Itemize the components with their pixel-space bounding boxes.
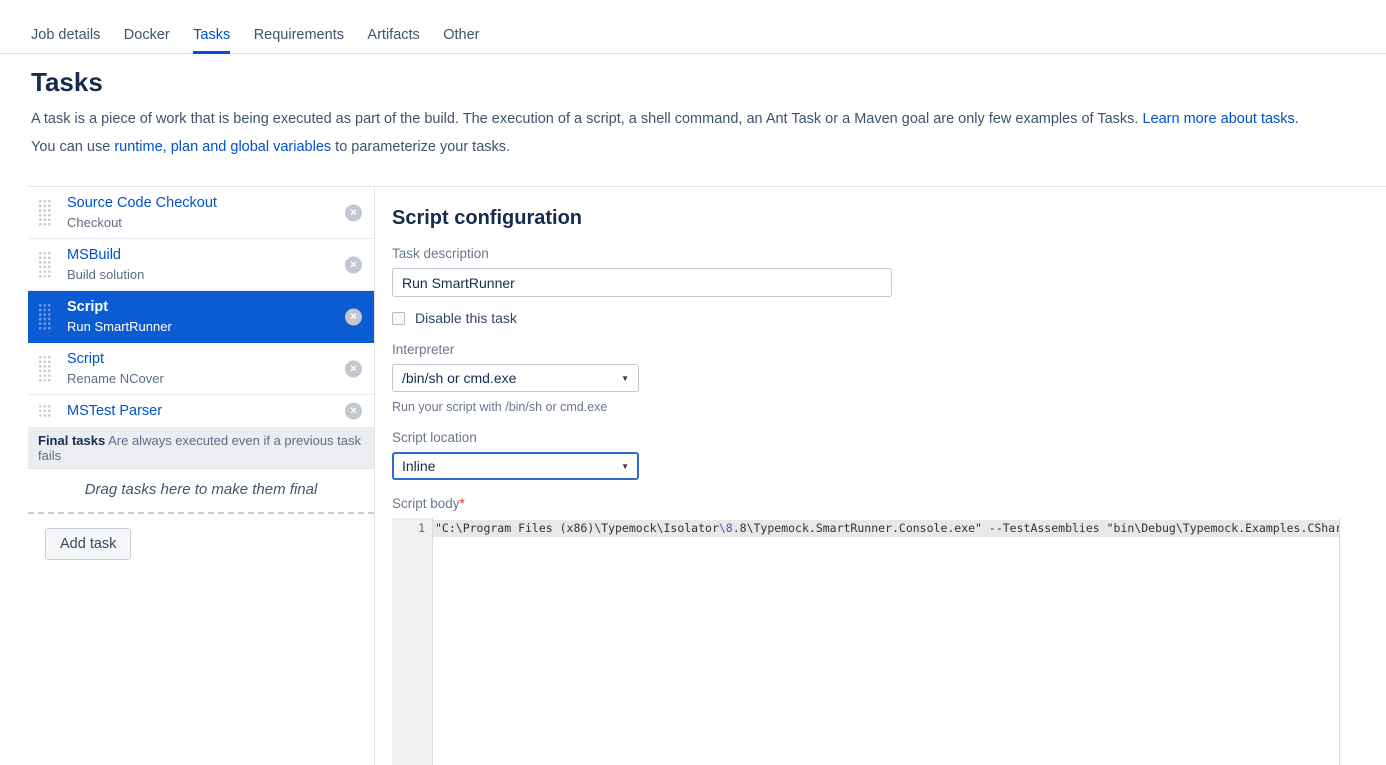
variables-paragraph: You can use runtime, plan and global var…: [31, 139, 1355, 155]
final-tasks-dropzone[interactable]: Drag tasks here to make them final: [28, 469, 374, 514]
tab-job-details[interactable]: Job details: [31, 27, 100, 51]
drag-handle-icon[interactable]: [38, 404, 51, 418]
drag-handle-icon[interactable]: [38, 198, 51, 227]
intro-paragraph: A task is a piece of work that is being …: [31, 111, 1355, 127]
required-asterisk: *: [459, 496, 465, 511]
script-location-label: Script location: [392, 430, 477, 445]
code-segment-highlighted: \8: [718, 521, 733, 535]
task-title[interactable]: Script: [67, 299, 172, 315]
tab-requirements[interactable]: Requirements: [254, 27, 344, 51]
disable-task-checkbox[interactable]: [392, 311, 405, 325]
task-description-input[interactable]: [392, 268, 892, 297]
final-tasks-label: Final tasks: [38, 433, 106, 448]
task-text: Source Code Checkout Checkout: [67, 195, 217, 230]
intro-text: A task is a piece of work that is being …: [31, 111, 1143, 127]
line-number: 1: [418, 521, 425, 535]
chevron-down-icon: ▼: [621, 373, 629, 383]
task-row-script-run-smartrunner[interactable]: Script Run SmartRunner ✕: [28, 291, 374, 343]
variables-link[interactable]: runtime, plan and global variables: [114, 139, 331, 155]
final-tasks-header: Final tasks Are always executed even if …: [28, 428, 374, 469]
task-text: MSBuild Build solution: [67, 247, 144, 282]
interpreter-selected-value: /bin/sh or cmd.exe: [402, 370, 517, 386]
script-configuration-panel: Script configuration Task description Di…: [375, 187, 1386, 765]
tab-tasks[interactable]: Tasks: [193, 27, 231, 54]
interpreter-select[interactable]: /bin/sh or cmd.exe ▼: [392, 364, 639, 392]
task-subtitle: Rename NCover: [67, 371, 164, 386]
task-text: Script Run SmartRunner: [67, 299, 172, 334]
task-title[interactable]: MSTest Parser: [67, 403, 162, 419]
tab-artifacts[interactable]: Artifacts: [367, 27, 419, 51]
tab-other[interactable]: Other: [443, 27, 479, 51]
task-row-mstest-parser[interactable]: MSTest Parser ✕: [28, 395, 374, 428]
editor-line-number-gutter: 1: [392, 518, 433, 765]
task-subtitle: Build solution: [67, 267, 145, 282]
task-row-source-code-checkout[interactable]: Source Code Checkout Checkout ✕: [28, 187, 374, 239]
delete-task-icon[interactable]: ✕: [345, 204, 362, 221]
task-row-script-rename-ncover[interactable]: Script Rename NCover ✕: [28, 343, 374, 395]
drag-handle-icon[interactable]: [38, 302, 51, 331]
task-text: MSTest Parser: [67, 403, 162, 419]
disable-task-row[interactable]: Disable this task: [392, 310, 1386, 326]
disable-task-label: Disable this task: [415, 310, 517, 326]
script-location-selected-value: Inline: [402, 458, 436, 474]
variables-text-after: to parameterize your tasks.: [331, 139, 511, 155]
editor-code-line[interactable]: "C:\Program Files (x86)\Typemock\Isolato…: [433, 520, 1339, 537]
script-body-label: Script body*: [392, 496, 1386, 511]
delete-task-icon[interactable]: ✕: [345, 308, 362, 325]
drag-handle-icon[interactable]: [38, 354, 51, 383]
code-segment: "C:\Program Files (x86)\Typemock\Isolato…: [435, 521, 719, 535]
code-segment: .8\Typemock.SmartRunner.Console.exe" --T…: [732, 521, 1339, 535]
delete-task-icon[interactable]: ✕: [345, 256, 362, 273]
task-title[interactable]: Script: [67, 351, 164, 367]
task-list-sidebar: Source Code Checkout Checkout ✕ MSBuild …: [28, 187, 375, 765]
interpreter-help-text: Run your script with /bin/sh or cmd.exe: [392, 400, 608, 414]
tab-docker[interactable]: Docker: [124, 27, 170, 51]
chevron-down-icon: ▼: [621, 461, 629, 471]
task-text: Script Rename NCover: [67, 351, 164, 386]
task-subtitle: Run SmartRunner: [67, 319, 172, 334]
interpreter-label: Interpreter: [392, 342, 455, 357]
script-body-label-text: Script body: [392, 496, 460, 511]
page-title: Tasks: [31, 67, 103, 97]
script-body-editor[interactable]: 1 "C:\Program Files (x86)\Typemock\Isola…: [392, 518, 1340, 765]
script-location-select[interactable]: Inline ▼: [392, 452, 639, 480]
task-title[interactable]: Source Code Checkout: [67, 195, 217, 211]
editor-code-area[interactable]: "C:\Program Files (x86)\Typemock\Isolato…: [433, 518, 1339, 765]
task-description-label: Task description: [392, 246, 489, 261]
task-subtitle: Checkout: [67, 215, 122, 230]
add-task-button[interactable]: Add task: [45, 528, 132, 560]
delete-task-icon[interactable]: ✕: [345, 402, 362, 420]
variables-text-before: You can use: [31, 139, 115, 155]
config-heading: Script configuration: [392, 207, 582, 229]
delete-task-icon[interactable]: ✕: [345, 360, 362, 377]
learn-more-link[interactable]: Learn more about tasks.: [1142, 111, 1298, 127]
tab-bar: Job details Docker Tasks Requirements Ar…: [0, 0, 1386, 54]
drag-handle-icon[interactable]: [38, 250, 51, 279]
task-row-msbuild[interactable]: MSBuild Build solution ✕: [28, 239, 374, 291]
task-title[interactable]: MSBuild: [67, 247, 144, 263]
content-area: Source Code Checkout Checkout ✕ MSBuild …: [28, 186, 1386, 765]
